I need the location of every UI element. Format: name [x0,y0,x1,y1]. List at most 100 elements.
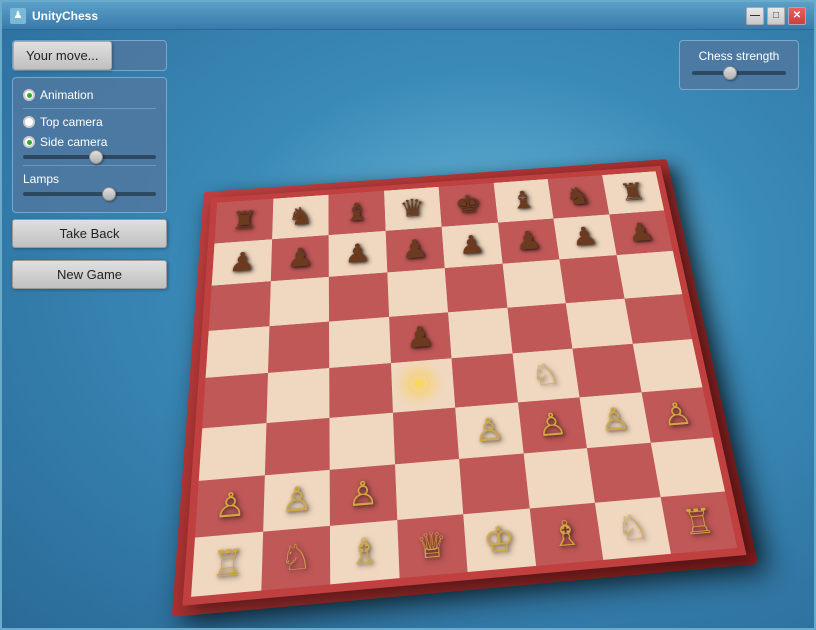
chess-square[interactable]: ♗ [330,520,399,585]
chess-square[interactable] [507,303,572,354]
chess-square[interactable] [387,268,448,316]
chess-square[interactable]: ♟ [553,214,616,259]
chess-square[interactable] [329,272,389,321]
chess-square[interactable] [395,459,464,520]
side-camera-option[interactable]: Side camera [23,135,156,149]
chess-square[interactable] [587,443,660,503]
lamps-slider-container [23,192,156,196]
piece-dark-pawn-adv: ♟ [389,312,452,363]
chess-square[interactable]: ♝ [328,191,385,235]
chess-square[interactable] [391,358,456,412]
chess-square[interactable] [329,317,391,368]
chess-square[interactable] [448,307,512,358]
chess-square[interactable] [650,437,725,496]
chess-square[interactable] [329,363,392,417]
chess-square[interactable]: ♙ [641,387,713,443]
chess-square[interactable]: ♞ [272,195,329,239]
chess-square[interactable]: ♙ [330,464,397,525]
piece-light-knight: ♘ [512,349,579,402]
chess-square[interactable] [202,373,267,428]
piece-dark-pawn2: ♟ [270,235,328,282]
chess-square[interactable] [268,321,330,373]
chess-square[interactable]: ♟ [270,235,328,282]
chess-square[interactable]: ♘ [512,349,579,402]
chess-square[interactable]: ♟ [212,239,272,286]
piece-light-queen: ♕ [397,514,468,578]
chess-square[interactable]: ♟ [329,231,387,277]
chess-square[interactable]: ♗ [529,502,603,566]
chess-square[interactable]: ♖ [191,531,263,597]
chess-square[interactable] [329,412,394,470]
chess-square[interactable]: ♞ [548,175,609,218]
chess-square[interactable]: ♔ [463,508,535,572]
close-button[interactable]: ✕ [788,7,806,25]
chess-square[interactable]: ♜ [602,171,664,214]
piece-light-pawn-adv4: ♙ [641,387,713,443]
animation-radio[interactable] [23,89,35,101]
chess-square[interactable] [624,294,692,344]
chess-square[interactable]: ♟ [389,312,452,363]
your-move-button[interactable]: Your move... [13,41,112,70]
chess-square[interactable] [566,298,633,348]
new-game-button[interactable]: New Game [12,260,167,289]
chess-square[interactable] [206,326,269,378]
side-camera-radio[interactable] [23,136,35,148]
chess-square[interactable]: ♟ [609,210,673,255]
chess-square[interactable] [616,251,682,298]
side-camera-label: Side camera [40,135,107,149]
top-camera-radio[interactable] [23,116,35,128]
camera-slider-thumb[interactable] [89,150,103,164]
chess-square[interactable] [451,353,517,407]
chess-square[interactable] [632,339,702,392]
chess-square[interactable]: ♟ [385,226,444,272]
piece-light-bishop: ♗ [330,520,399,585]
chess-square[interactable]: ♖ [660,491,737,554]
lamps-slider-track[interactable] [23,192,156,196]
animation-option[interactable]: Animation [23,88,156,102]
minimize-button[interactable]: — [746,7,764,25]
chess-square[interactable]: ♟ [498,218,560,264]
lamps-slider-thumb[interactable] [102,187,116,201]
chess-square[interactable] [523,448,595,508]
chess-square[interactable]: ♘ [261,525,330,590]
piece-dark-pawn3: ♟ [329,231,387,277]
chess-square[interactable]: ♝ [493,179,553,222]
chess-square[interactable] [269,277,329,326]
chess-square[interactable] [392,407,459,464]
chess-square[interactable] [559,255,624,303]
maximize-button[interactable]: □ [767,7,785,25]
chess-board[interactable]: ♜ ♞ ♝ ♛ ♚ ♝ ♞ ♜ ♟ ♟ ♟ ♟ ♟ ♟ ♟ ♟ [183,166,747,606]
camera-slider-track[interactable] [23,155,156,159]
chess-square[interactable] [266,368,329,423]
app-window: ♟ UnityChess — □ ✕ ♜ ♞ ♝ ♛ ♚ ♝ [0,0,816,630]
strength-slider-track[interactable] [692,71,786,75]
chess-square[interactable] [502,259,566,307]
chess-square[interactable]: ♙ [195,475,264,537]
chess-square[interactable]: ♕ [397,514,468,578]
chess-square[interactable]: ♛ [384,187,442,231]
chess-square[interactable]: ♙ [517,397,586,454]
chess-square[interactable]: ♙ [579,392,650,448]
chess-square[interactable]: ♘ [595,497,671,560]
chess-square[interactable] [199,423,266,481]
chess-square[interactable]: ♜ [214,199,272,243]
strength-box: Chess strength [679,40,799,90]
chess-square[interactable]: ♙ [263,470,330,531]
piece-light-pawn2: ♙ [263,470,330,531]
piece-light-pawn3: ♙ [330,464,397,525]
title-bar: ♟ UnityChess — □ ✕ [2,2,814,30]
chess-square[interactable] [445,264,507,312]
strength-slider-thumb[interactable] [723,66,737,80]
chess-square[interactable] [572,344,641,397]
piece-dark-knight: ♞ [272,195,329,239]
top-camera-option[interactable]: Top camera [23,115,156,129]
chess-square[interactable]: ♟ [442,222,503,268]
chess-square[interactable] [209,281,271,330]
piece-light-knight1: ♘ [261,525,330,590]
top-camera-label: Top camera [40,115,103,129]
take-back-button[interactable]: Take Back [12,219,167,248]
chess-square[interactable] [264,417,329,475]
chess-square[interactable]: ♚ [439,183,498,227]
chess-square[interactable]: ♙ [455,402,523,459]
chess-square[interactable] [459,454,529,514]
